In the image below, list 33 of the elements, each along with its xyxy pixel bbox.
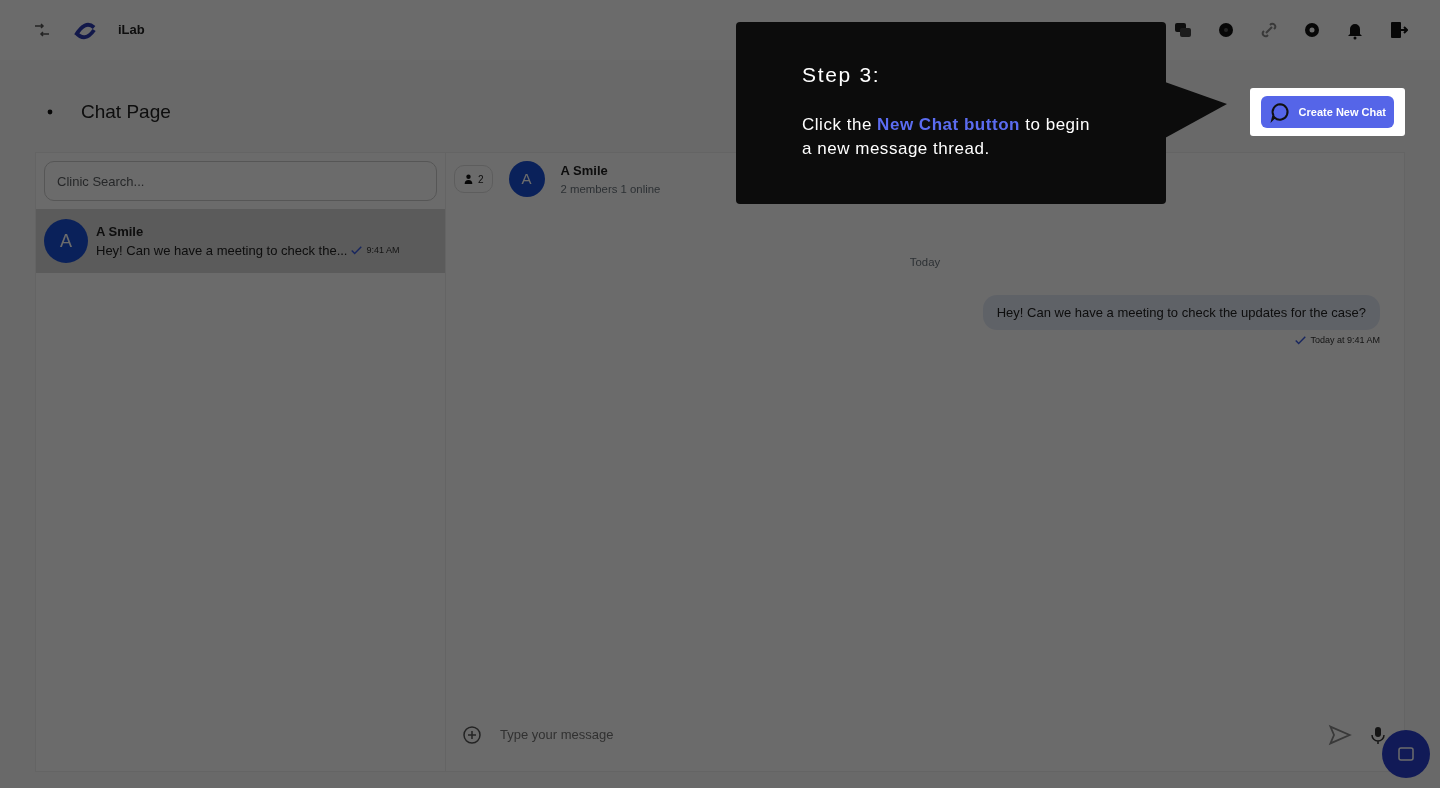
tour-instruction: Click the New Chat button to begin a new message thread. [802, 114, 1091, 161]
message-time: 9:41 AM [366, 244, 400, 257]
avatar: A [508, 161, 545, 198]
circle-icon[interactable] [1216, 20, 1236, 40]
chat-bubble-icon [1268, 101, 1291, 123]
message-bubble: Hey! Can we have a meeting to check the updates for the case? [982, 294, 1380, 331]
member-count-number: 2 [478, 172, 484, 187]
message-preview: Hey! Can we have a meeting to check the... [96, 242, 348, 260]
chat-icon[interactable] [1173, 20, 1193, 40]
tour-step-title: Step 3: [802, 62, 882, 88]
microphone-icon[interactable] [1368, 725, 1388, 745]
link-icon[interactable] [1259, 20, 1279, 40]
message-field[interactable]: Type your message [498, 724, 1312, 746]
settings-icon[interactable] [1302, 20, 1322, 40]
search-field[interactable]: Clinic Search... [44, 161, 437, 201]
member-count[interactable]: 2 [454, 165, 493, 194]
send-icon[interactable] [1328, 723, 1352, 747]
page-title: Chat Page [81, 100, 171, 124]
chat-launcher-button[interactable] [1382, 730, 1430, 778]
avatar: A [44, 219, 88, 263]
logout-icon[interactable] [1388, 20, 1408, 40]
check-icon [1295, 335, 1307, 347]
message-icon [1396, 744, 1416, 764]
member-status: 2 members 1 online [560, 181, 661, 197]
brand-name: iLab [118, 21, 145, 40]
contact-name: A Smile [96, 222, 145, 241]
create-new-chat-button[interactable]: Create New Chat [1260, 96, 1394, 128]
message-time: Today at 9:41 AM [1310, 334, 1380, 348]
date-divider: Today [908, 254, 942, 270]
conversation-item[interactable]: A A Smile Hey! Can we have a meeting to check the... 9:41 AM [36, 209, 445, 273]
add-icon[interactable] [462, 725, 482, 745]
check-icon [351, 245, 363, 257]
contact-name: A Smile [560, 162, 609, 180]
